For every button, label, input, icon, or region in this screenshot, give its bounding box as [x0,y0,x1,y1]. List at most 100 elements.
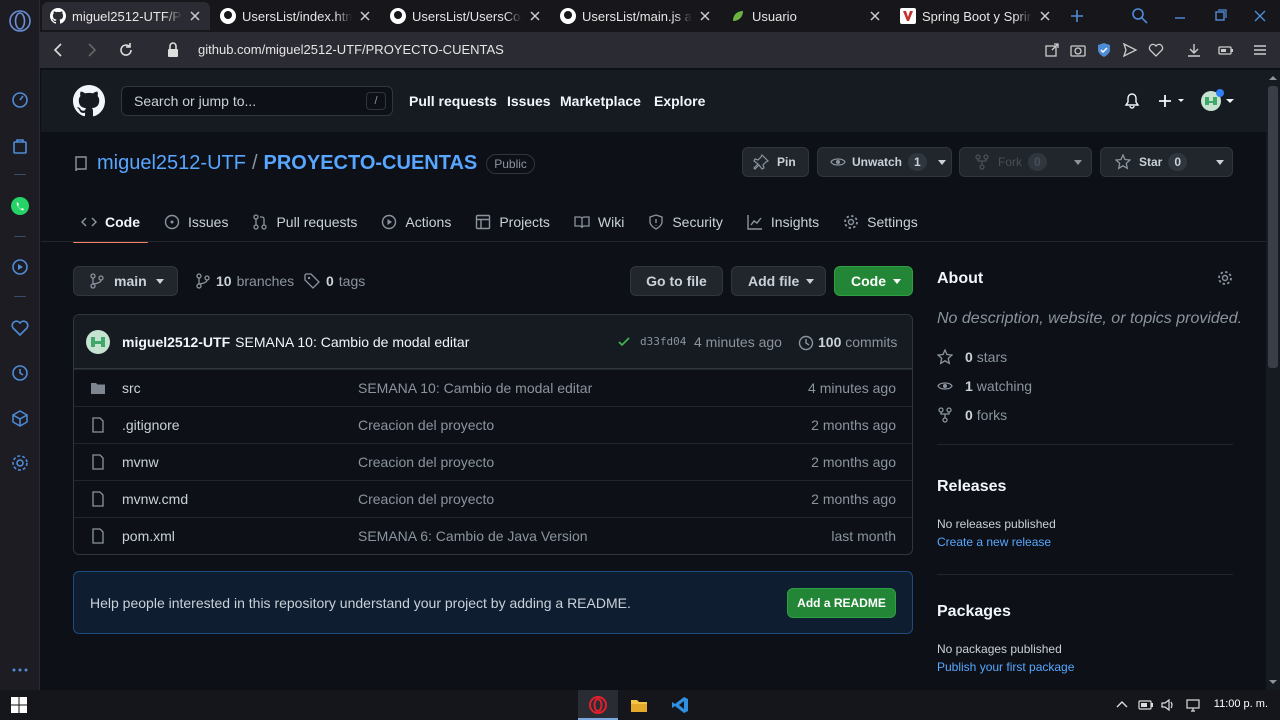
download-icon[interactable] [1186,42,1202,58]
branch-selector[interactable]: main [73,266,178,296]
lock-icon[interactable] [166,41,180,59]
windows-start-icon[interactable] [10,696,28,714]
tab-wiki[interactable]: Wiki [566,202,632,242]
go-to-file-button[interactable]: Go to file [630,266,723,296]
vscode-icon[interactable] [671,696,689,714]
tab-projects[interactable]: Projects [467,202,558,242]
file-commit-message[interactable]: Creacion del proyecto [358,454,494,470]
close-tab-icon[interactable] [188,9,202,23]
opera-logo-icon[interactable] [8,9,32,33]
file-commit-message[interactable]: Creacion del proyecto [358,491,494,507]
camera-icon[interactable] [1070,42,1086,58]
page-scrollbar[interactable] [1266,70,1280,690]
tab-issues[interactable]: Issues [156,202,236,242]
url-field[interactable]: github.com/miguel2512-UTF/PROYECTO-CUENT… [198,42,504,57]
publish-package-link[interactable]: Publish your first package [937,660,1074,674]
file-row-3[interactable]: mvnw.cmd Creacion del proyecto 2 months … [74,480,912,517]
browser-tab-4[interactable]: Usuario [722,2,890,30]
releases-heading[interactable]: Releases [937,478,1006,496]
nav-explore[interactable]: Explore [654,93,705,109]
create-new-plus-icon[interactable] [1157,93,1187,109]
whatsapp-icon[interactable] [10,196,30,216]
star-button[interactable]: Star 0 [1100,147,1233,177]
search-input[interactable]: Search or jump to... / [121,86,393,116]
browser-tab-2[interactable]: UsersList/UsersController.js [382,2,550,30]
minimize-icon[interactable] [1170,6,1190,26]
stars-stat[interactable]: 0 stars [937,349,1007,365]
tab-insights[interactable]: Insights [739,202,827,242]
repo-name-link[interactable]: PROYECTO-CUENTAS [264,152,478,175]
file-commit-message[interactable]: SEMANA 6: Cambio de Java Version [358,528,588,544]
speed-dial-icon[interactable] [10,90,30,110]
browser-tab-1[interactable]: UsersList/index.html at main [212,2,380,30]
browser-tab-0[interactable]: miguel2512-UTF/PROYECTO-CUENTAS [42,2,210,30]
add-file-button[interactable]: Add file [731,266,826,296]
battery-icon[interactable] [1138,697,1154,713]
history-icon[interactable] [10,363,30,383]
close-window-icon[interactable] [1250,6,1270,26]
branches-link[interactable]: 10 branches [196,273,294,289]
heart-icon[interactable] [10,318,30,338]
fork-button[interactable]: Fork 0 [959,147,1092,177]
opera-browser-icon[interactable] [589,696,607,714]
taskbar-clock[interactable]: 11:00 p. m. [1214,698,1268,710]
bookmark-heart-icon[interactable] [1148,42,1164,58]
send-icon[interactable] [1122,42,1138,58]
file-commit-message[interactable]: Creacion del proyecto [358,417,494,433]
tab-settings[interactable]: Settings [835,202,926,242]
user-avatar[interactable] [1199,89,1235,113]
packages-heading[interactable]: Packages [937,603,1011,621]
file-row-4[interactable]: pom.xml SEMANA 6: Cambio de Java Version… [74,517,912,554]
shopping-bag-icon[interactable] [10,136,30,156]
add-readme-button[interactable]: Add a README [787,588,896,618]
share-icon[interactable] [1044,42,1060,58]
close-tab-icon[interactable] [358,9,372,23]
file-name[interactable]: .gitignore [122,417,180,433]
scroll-up-arrow-icon[interactable] [1269,74,1277,82]
pin-button[interactable]: Pin [742,147,809,177]
forks-stat[interactable]: 0 forks [937,407,1007,423]
tags-link[interactable]: 0 tags [304,273,365,289]
repo-owner-link[interactable]: miguel2512-UTF [97,152,246,175]
close-tab-icon[interactable] [528,9,542,23]
commit-sha[interactable]: d33fd04 [640,335,686,348]
commit-author-avatar[interactable] [86,329,110,354]
scroll-thumb[interactable] [1268,86,1278,368]
github-logo-icon[interactable] [73,85,105,117]
unwatch-button[interactable]: Unwatch 1 [817,147,952,177]
browser-tab-3[interactable]: UsersList/main.js at main [552,2,720,30]
commit-author[interactable]: miguel2512-UTF [122,334,230,350]
search-tabs-icon[interactable] [1130,6,1150,26]
tab-pull-requests[interactable]: Pull requests [244,202,365,242]
network-icon[interactable] [1185,697,1201,713]
adblock-shield-icon[interactable] [1096,42,1112,58]
about-settings-gear-icon[interactable] [1217,270,1233,286]
commits-link[interactable]: 100 commits [818,334,897,350]
create-release-link[interactable]: Create a new release [937,535,1051,549]
volume-icon[interactable] [1160,697,1176,713]
reload-icon[interactable] [117,41,135,59]
file-name[interactable]: mvnw [122,454,159,470]
watching-stat[interactable]: 1 watching [937,378,1032,394]
file-name[interactable]: mvnw.cmd [122,491,188,507]
nav-pull-requests[interactable]: Pull requests [409,93,497,109]
nav-marketplace[interactable]: Marketplace [560,93,641,109]
close-tab-icon[interactable] [698,9,712,23]
tray-chevron-up-icon[interactable] [1114,697,1130,713]
tab-actions[interactable]: Actions [373,202,459,242]
file-row-0[interactable]: src SEMANA 10: Cambio de modal editar 4 … [74,369,912,406]
file-commit-message[interactable]: SEMANA 10: Cambio de modal editar [358,380,592,396]
tab-security[interactable]: Security [640,202,731,242]
file-row-1[interactable]: .gitignore Creacion del proyecto 2 month… [74,406,912,443]
file-name[interactable]: pom.xml [122,528,175,544]
extensions-cube-icon[interactable] [10,408,30,428]
file-explorer-icon[interactable] [630,696,648,714]
maximize-icon[interactable] [1210,6,1230,26]
battery-saver-icon[interactable] [1218,42,1234,58]
file-row-2[interactable]: mvnw Creacion del proyecto 2 months ago [74,443,912,480]
close-tab-icon[interactable] [1038,9,1052,23]
close-tab-icon[interactable] [868,9,882,23]
file-name[interactable]: src [122,380,141,396]
commit-message[interactable]: SEMANA 10: Cambio de modal editar [235,334,469,350]
browser-tab-5[interactable]: Spring Boot y Spring Security [892,2,1060,30]
